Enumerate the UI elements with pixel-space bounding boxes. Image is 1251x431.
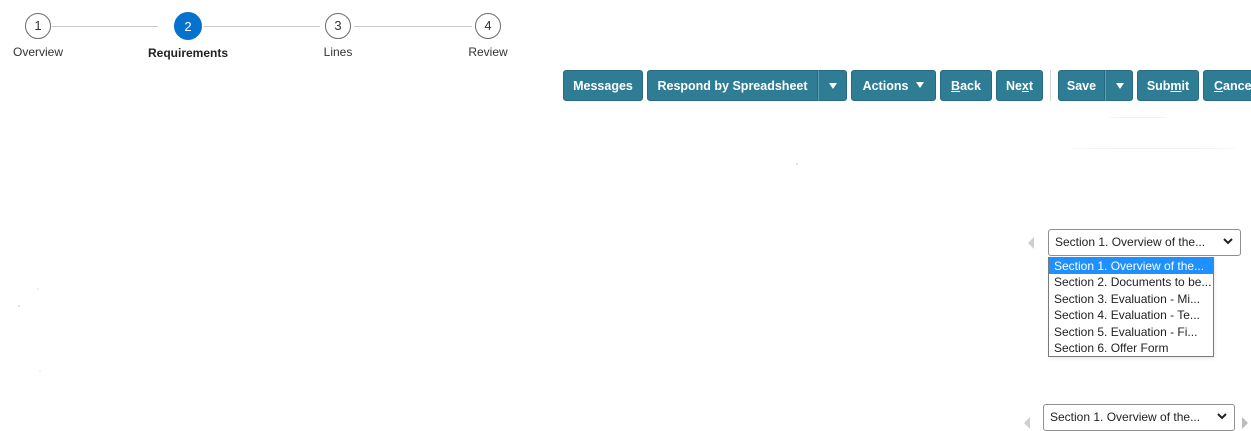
respond-by-spreadsheet-button[interactable]: Respond by Spreadsheet [647,70,818,101]
back-button[interactable]: Back [940,70,992,101]
submit-access-key: m [1170,79,1182,93]
section-option[interactable]: Section 4. Evaluation - Te... [1049,307,1213,323]
next-section-icon[interactable] [1242,417,1248,429]
train-stop-lines[interactable]: 3 Lines [278,0,398,59]
faint-artifact [37,288,39,290]
previous-section-icon[interactable] [1024,417,1030,429]
chevron-down-icon [1223,238,1233,245]
submit-button[interactable]: Submit [1137,70,1199,101]
next-label-post: t [1028,79,1034,93]
action-toolbar: Messages Respond by Spreadsheet Actions … [563,70,1251,101]
section-select[interactable]: Section 1. Overview of the... [1048,229,1241,256]
actions-label: Actions [862,79,909,93]
stop-number: 1 [25,13,51,39]
submit-label-pre: Sub [1146,79,1171,93]
previous-section-icon[interactable] [1028,237,1034,249]
chevron-down-icon [1217,413,1227,420]
cancel-label-post: ance [1223,79,1251,93]
cancel-access-key: C [1214,79,1224,93]
back-access-key: B [951,79,961,93]
section-option[interactable]: Section 1. Overview of the... [1049,258,1213,275]
actions-menu-button[interactable]: Actions [851,70,936,101]
stop-number: 2 [174,12,202,40]
respond-menu-button[interactable] [818,70,847,101]
section-select-value: Section 1. Overview of the... [1055,235,1206,249]
stop-number: 4 [475,13,501,39]
faint-artifact [796,163,798,165]
stop-number: 3 [325,13,351,39]
toolbar-separator [1050,70,1051,101]
train-stop-requirements[interactable]: 2 Requirements [128,0,248,60]
faint-artifact [1068,148,1238,149]
caret-down-icon [1116,83,1124,89]
save-menu-button[interactable] [1105,70,1133,101]
train-stop-review[interactable]: 4 Review [428,0,548,59]
section-option[interactable]: Section 3. Evaluation - Mi... [1049,291,1213,307]
stop-label: Lines [323,45,353,59]
section-option[interactable]: Section 5. Evaluation - Fi... [1049,324,1213,340]
stop-label: Overview [12,45,63,59]
section-option[interactable]: Section 6. Offer Form [1049,340,1213,356]
submit-label-post: it [1181,79,1190,93]
next-access-key: x [1021,79,1029,93]
caret-down-icon [829,83,837,89]
next-label-pre: Ne [1005,79,1022,93]
stop-label: Review [468,45,508,59]
progress-train: 1 Overview 2 Requirements 3 Lines 4 Revi… [0,0,530,80]
section-select-value: Section 1. Overview of the... [1050,410,1201,424]
train-stop-overview[interactable]: 1 Overview [0,0,98,59]
next-button[interactable]: Next [996,70,1043,101]
section-option[interactable]: Section 2. Documents to be... [1049,274,1213,290]
faint-artifact [1108,117,1168,118]
section-select-bottom[interactable]: Section 1. Overview of the... [1043,404,1235,431]
save-split-button: Save [1058,70,1133,101]
faint-artifact [39,370,41,372]
caret-down-icon [916,81,925,88]
messages-button[interactable]: Messages [563,70,643,101]
back-label-post: ack [960,79,981,93]
faint-artifact [18,305,20,307]
respond-by-spreadsheet-split-button: Respond by Spreadsheet [647,70,847,101]
save-button[interactable]: Save [1058,70,1105,101]
stop-label: Requirements [147,46,229,60]
section-select-dropdown: Section 1. Overview of the... Section 2.… [1048,257,1214,358]
cancel-button[interactable]: Cance [1203,70,1251,101]
